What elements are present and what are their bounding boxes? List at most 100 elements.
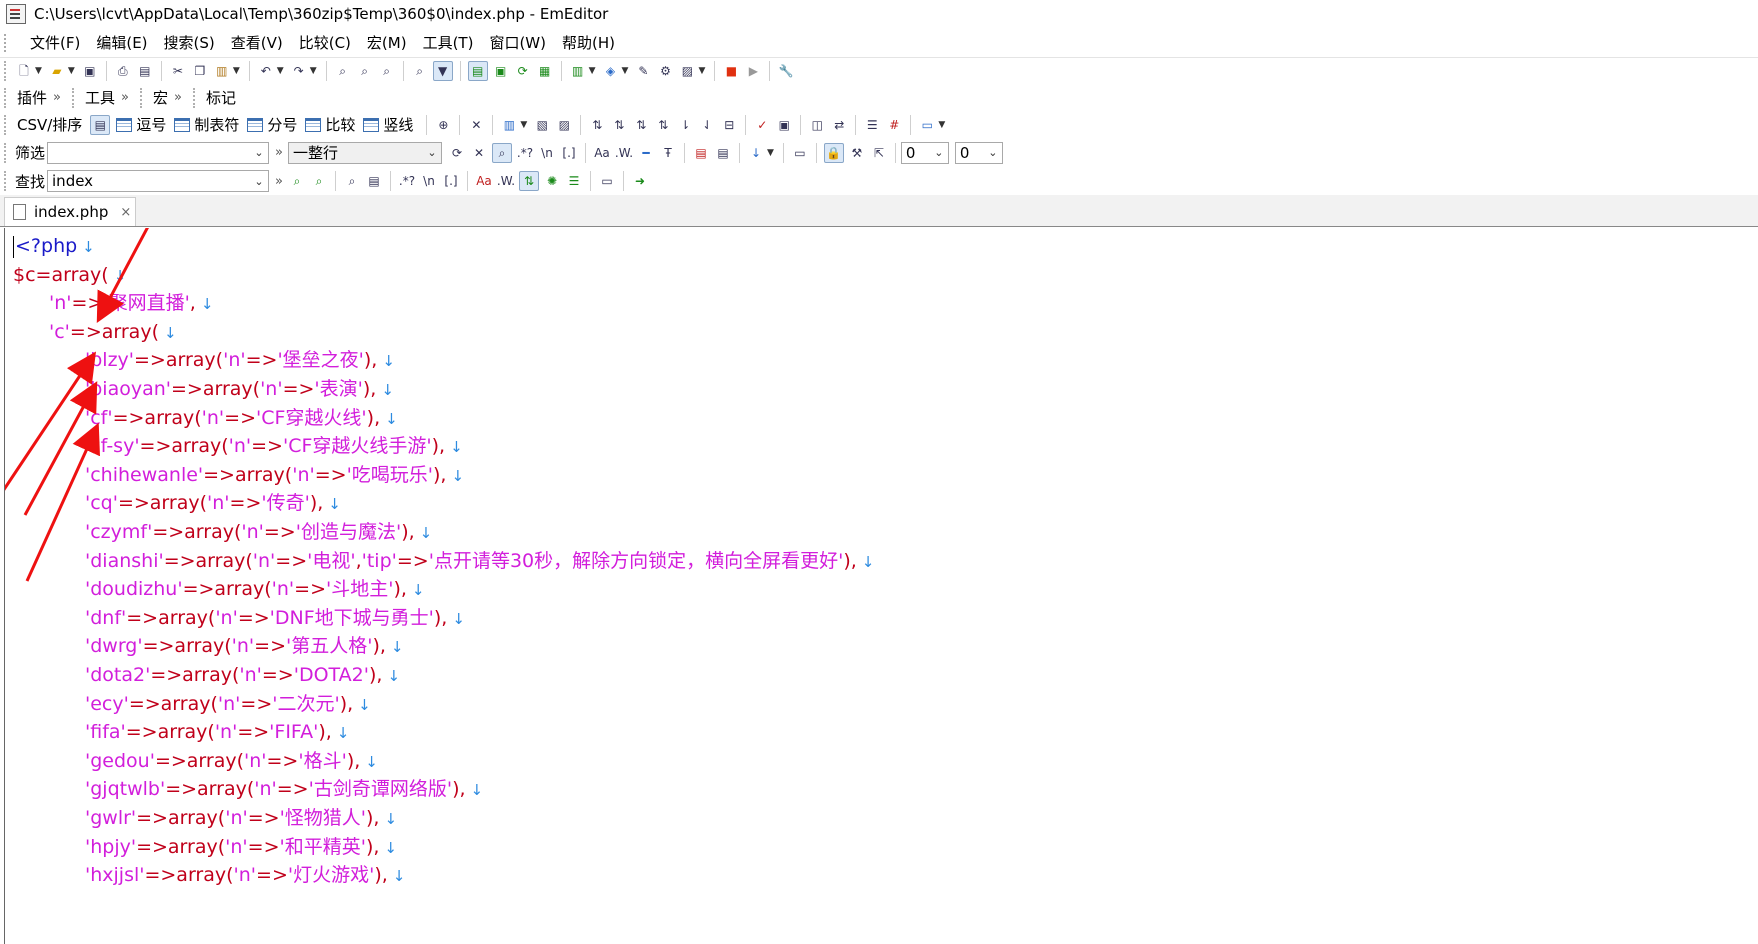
toolbar-options-icon[interactable]: ▭: [918, 116, 936, 134]
find-next-icon[interactable]: ⌕: [356, 62, 374, 80]
add-column-icon[interactable]: ⊕: [434, 116, 452, 134]
line-marker-icon[interactable]: ☰: [863, 116, 881, 134]
find-chevron-icon[interactable]: »: [275, 174, 283, 189]
sort-short-icon[interactable]: ⇂: [676, 116, 694, 134]
customize-icon[interactable]: ✎: [634, 62, 652, 80]
redo-dropdown-icon[interactable]: ▼: [310, 66, 317, 76]
csv-tab-button[interactable]: 制表符: [174, 114, 239, 135]
file-tab-index-php[interactable]: index.php ×: [4, 197, 136, 226]
find-go-icon[interactable]: ➜: [631, 172, 649, 190]
find-escape-icon[interactable]: \n: [420, 172, 438, 190]
plugins-chevron-icon[interactable]: »: [53, 90, 61, 105]
csv-pipe-button[interactable]: 竖线: [363, 114, 413, 135]
filter-advanced-icon[interactable]: ⚒: [848, 144, 866, 162]
column-left-icon[interactable]: ▧: [533, 116, 551, 134]
encoding-dropdown-icon[interactable]: ▼: [589, 66, 596, 76]
filter-escape-icon[interactable]: \n: [538, 144, 556, 162]
csv-comma-button[interactable]: 逗号: [116, 114, 166, 135]
filter-negative-icon[interactable]: ━: [637, 144, 655, 162]
sort-custom-icon[interactable]: ⊟: [720, 116, 738, 134]
filter-mode-dropdown-icon[interactable]: ⌄: [423, 146, 441, 159]
menu-macro[interactable]: 宏(M): [359, 30, 415, 56]
filter-lock-icon[interactable]: 🔒: [823, 142, 844, 163]
filter-bookmark-icon[interactable]: ▤: [692, 144, 710, 162]
outline-icon[interactable]: ▣: [775, 116, 793, 134]
config-icon[interactable]: ◈: [602, 62, 620, 80]
menu-view[interactable]: 查看(V): [223, 30, 291, 56]
filter-mode-select[interactable]: 一整行 ⌄: [287, 141, 442, 164]
plugins-toolbar-label[interactable]: 插件: [17, 87, 47, 108]
filter-search-icon[interactable]: ⌕: [491, 142, 512, 163]
menu-window[interactable]: 窗口(W): [481, 30, 554, 56]
split-window-icon[interactable]: ◫: [808, 116, 826, 134]
filter-word-icon[interactable]: .W.: [615, 144, 633, 162]
find-bracket-icon[interactable]: [.]: [442, 172, 460, 190]
window-cascade-icon[interactable]: ▣: [492, 62, 510, 80]
menu-compare[interactable]: 比较(C): [291, 30, 359, 56]
paste-icon[interactable]: ▥: [213, 62, 231, 80]
find-input[interactable]: index ⌄: [47, 170, 270, 192]
copy-icon[interactable]: ❐: [191, 62, 209, 80]
filter-bracket-icon[interactable]: [.]: [560, 144, 578, 162]
filter-case-icon[interactable]: Aa: [593, 144, 611, 162]
column-right-icon[interactable]: ▨: [555, 116, 573, 134]
config-dropdown-icon[interactable]: ▼: [622, 66, 629, 76]
toolbar-options-dropdown-icon[interactable]: ▼: [938, 120, 945, 130]
redo-icon[interactable]: ↷: [290, 62, 308, 80]
filter-context-before-select[interactable]: 0 ⌄: [900, 141, 949, 164]
find-highlight-icon[interactable]: ✺: [543, 172, 561, 190]
csv-tools-icon[interactable]: ✕: [467, 116, 485, 134]
find-icon[interactable]: ⌕: [334, 62, 352, 80]
menu-tools[interactable]: 工具(T): [415, 30, 482, 56]
record-macro-icon[interactable]: ■: [722, 62, 740, 80]
save-icon[interactable]: ▣: [81, 62, 99, 80]
find-dropdown-icon[interactable]: ⌄: [250, 175, 268, 188]
filter-icon[interactable]: ▼: [432, 61, 453, 81]
sort-90-icon[interactable]: ⇅: [654, 116, 672, 134]
find-word-icon[interactable]: .W.: [497, 172, 515, 190]
find-search-icon[interactable]: ⌕: [343, 172, 361, 190]
sort-az-icon[interactable]: ⇅: [588, 116, 606, 134]
filter-down-icon[interactable]: ↓: [747, 144, 765, 162]
filter-input[interactable]: ⌄: [47, 141, 270, 164]
filter-refresh-icon[interactable]: ⟳: [448, 144, 466, 162]
menu-help[interactable]: 帮助(H): [554, 30, 623, 56]
columns-dropdown-icon[interactable]: ▼: [520, 120, 527, 130]
filter-extract-icon[interactable]: ⇱: [870, 144, 888, 162]
columns-icon[interactable]: ▥: [500, 116, 518, 134]
paste-dropdown-icon[interactable]: ▼: [233, 66, 240, 76]
csv-compare-button[interactable]: 比较: [305, 114, 355, 135]
undo-dropdown-icon[interactable]: ▼: [277, 66, 284, 76]
find-bookmark-icon[interactable]: ☰: [565, 172, 583, 190]
tools-chevron-icon[interactable]: »: [121, 90, 129, 105]
find-prev-green-icon[interactable]: ⌕: [310, 172, 328, 190]
find-regex-icon[interactable]: .*?: [398, 172, 416, 190]
macro-chevron-icon[interactable]: »: [174, 90, 182, 105]
menu-edit[interactable]: 编辑(E): [88, 30, 155, 56]
chart-icon[interactable]: ▨: [678, 62, 696, 80]
print-icon[interactable]: ⎙: [114, 62, 132, 80]
filter-window-icon[interactable]: ▭: [791, 144, 809, 162]
window-tile-icon[interactable]: ▤: [467, 61, 488, 81]
window-list-icon[interactable]: ▦: [536, 62, 554, 80]
cut-icon[interactable]: ✂: [169, 62, 187, 80]
menu-file[interactable]: 文件(F): [22, 30, 88, 56]
find-case-icon[interactable]: Aa: [475, 172, 493, 190]
filter-clear-icon[interactable]: ✕: [470, 144, 488, 162]
new-file-icon[interactable]: 🗋: [15, 62, 33, 80]
wrench-icon[interactable]: 🔧: [777, 62, 795, 80]
csv-normal-mode-icon[interactable]: ▤: [90, 114, 111, 135]
find-window-icon[interactable]: ▭: [598, 172, 616, 190]
sort-za-icon[interactable]: ⇅: [610, 116, 628, 134]
filter-context-after-select[interactable]: 0 ⌄: [954, 141, 1003, 164]
sort-long-icon[interactable]: ⇃: [698, 116, 716, 134]
filter-copy-icon[interactable]: ▤: [714, 144, 732, 162]
tools-toolbar-label[interactable]: 工具: [85, 87, 115, 108]
filter-down-dropdown-icon[interactable]: ▼: [767, 148, 774, 158]
marker-toolbar-label[interactable]: 标记: [206, 87, 236, 108]
macro-toolbar-label[interactable]: 宏: [153, 87, 168, 108]
menu-search[interactable]: 搜索(S): [156, 30, 223, 56]
filter-regex-icon[interactable]: .*?: [516, 144, 534, 162]
sync-scroll-icon[interactable]: ⇄: [830, 116, 848, 134]
encoding-icon[interactable]: ▥: [569, 62, 587, 80]
